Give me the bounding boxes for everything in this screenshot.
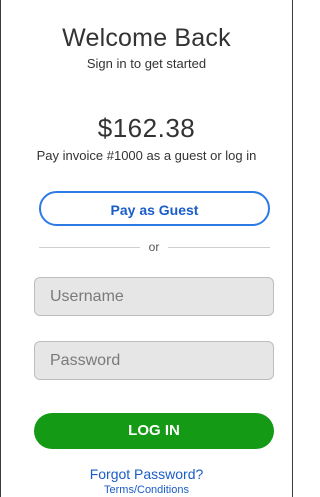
log-in-button[interactable]: LOG IN [34, 413, 274, 449]
divider-line-left [39, 247, 140, 248]
terms-conditions-link[interactable]: Terms/Conditions [1, 484, 292, 496]
divider-or-label: or [148, 240, 160, 254]
divider-line-right [168, 247, 270, 248]
page-subtitle: Sign in to get started [86, 56, 207, 71]
username-input[interactable] [34, 277, 274, 316]
forgot-password-link[interactable]: Forgot Password? [1, 466, 292, 482]
password-input[interactable] [34, 341, 274, 380]
pay-as-guest-button[interactable]: Pay as Guest [39, 191, 270, 226]
invoice-note: Pay invoice #1000 as a guest or log in [36, 148, 257, 163]
page-title: Welcome Back [62, 24, 231, 52]
invoice-amount: $162.38 [97, 113, 196, 143]
login-panel: Welcome Back Sign in to get started $162… [0, 0, 293, 497]
